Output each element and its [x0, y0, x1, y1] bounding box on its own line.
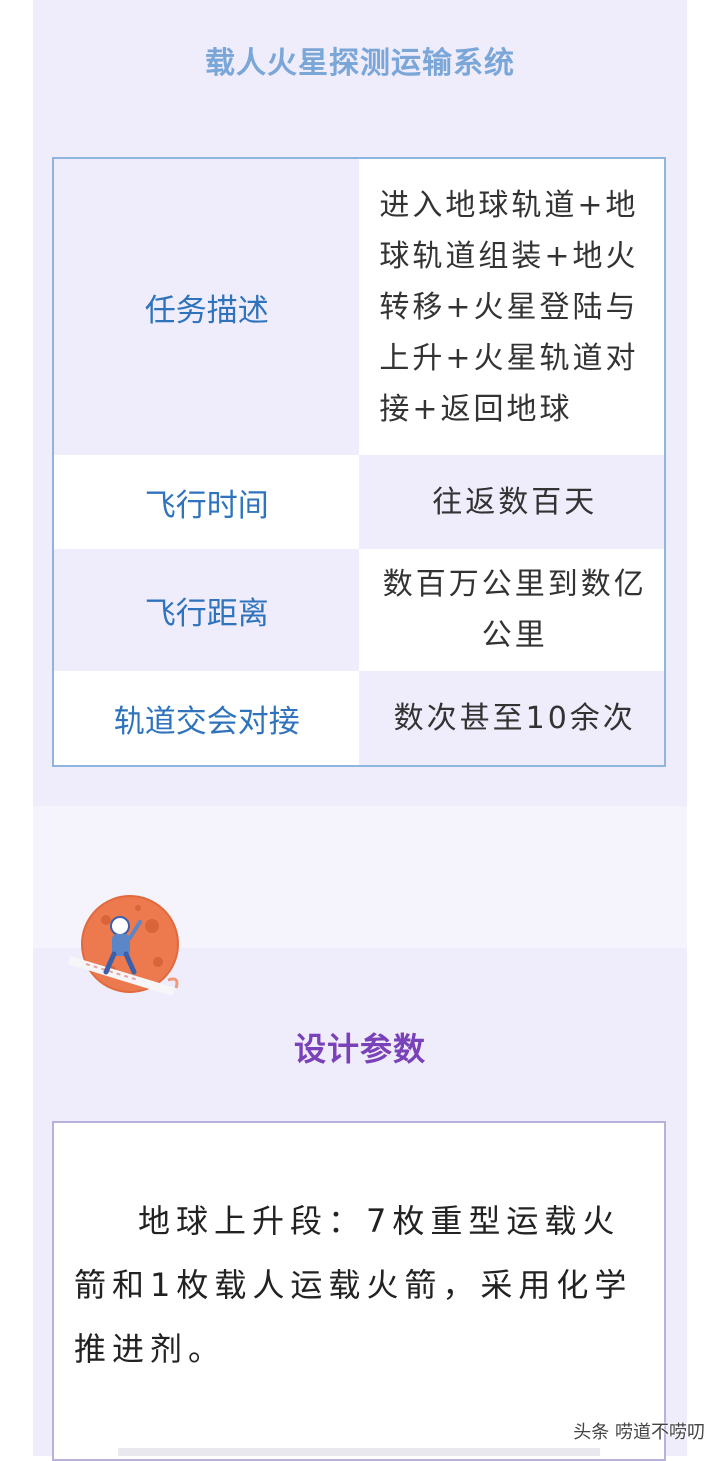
ascent-stage-paragraph: 地球上升段：7枚重型运载火箭和1枚载人运载火箭，采用化学推进剂。 [74, 1202, 633, 1368]
row-value-mission-description: 进入地球轨道+地球轨道组装+地火转移+火星登陆与上升+火星轨道对接+返回地球 [359, 158, 665, 455]
mission-spec-table: 任务描述 进入地球轨道+地球轨道组装+地火转移+火星登陆与上升+火星轨道对接+返… [52, 157, 666, 767]
row-value-flight-time: 往返数百天 [359, 455, 665, 549]
row-label-flight-distance: 飞行距离 [53, 549, 360, 671]
table-row: 飞行时间 往返数百天 [53, 455, 665, 549]
row-value-orbital-docking: 数次甚至10余次 [359, 671, 665, 766]
bottom-content-edge [118, 1448, 600, 1456]
mars-astronaut-icon [68, 892, 186, 1000]
section-title-design-parameters: 设计参数 [293, 1030, 426, 1068]
row-value-flight-distance: 数百万公里到数亿公里 [359, 549, 665, 671]
table-row: 轨道交会对接 数次甚至10余次 [53, 671, 665, 766]
parameters-text-box: 地球上升段：7枚重型运载火箭和1枚载人运载火箭，采用化学推进剂。 [52, 1121, 666, 1461]
section-title-transport-system: 载人火星探测运输系统 [205, 46, 515, 81]
table-row: 任务描述 进入地球轨道+地球轨道组装+地火转移+火星登陆与上升+火星轨道对接+返… [53, 158, 665, 455]
row-label-mission-description: 任务描述 [53, 158, 360, 455]
row-label-flight-time: 飞行时间 [53, 455, 360, 549]
table-row: 飞行距离 数百万公里到数亿公里 [53, 549, 665, 671]
left-margin [0, 0, 33, 1456]
row-label-orbital-docking: 轨道交会对接 [53, 671, 360, 766]
right-margin [687, 0, 719, 1456]
source-watermark: 头条 唠道不唠叨 [573, 1422, 705, 1443]
